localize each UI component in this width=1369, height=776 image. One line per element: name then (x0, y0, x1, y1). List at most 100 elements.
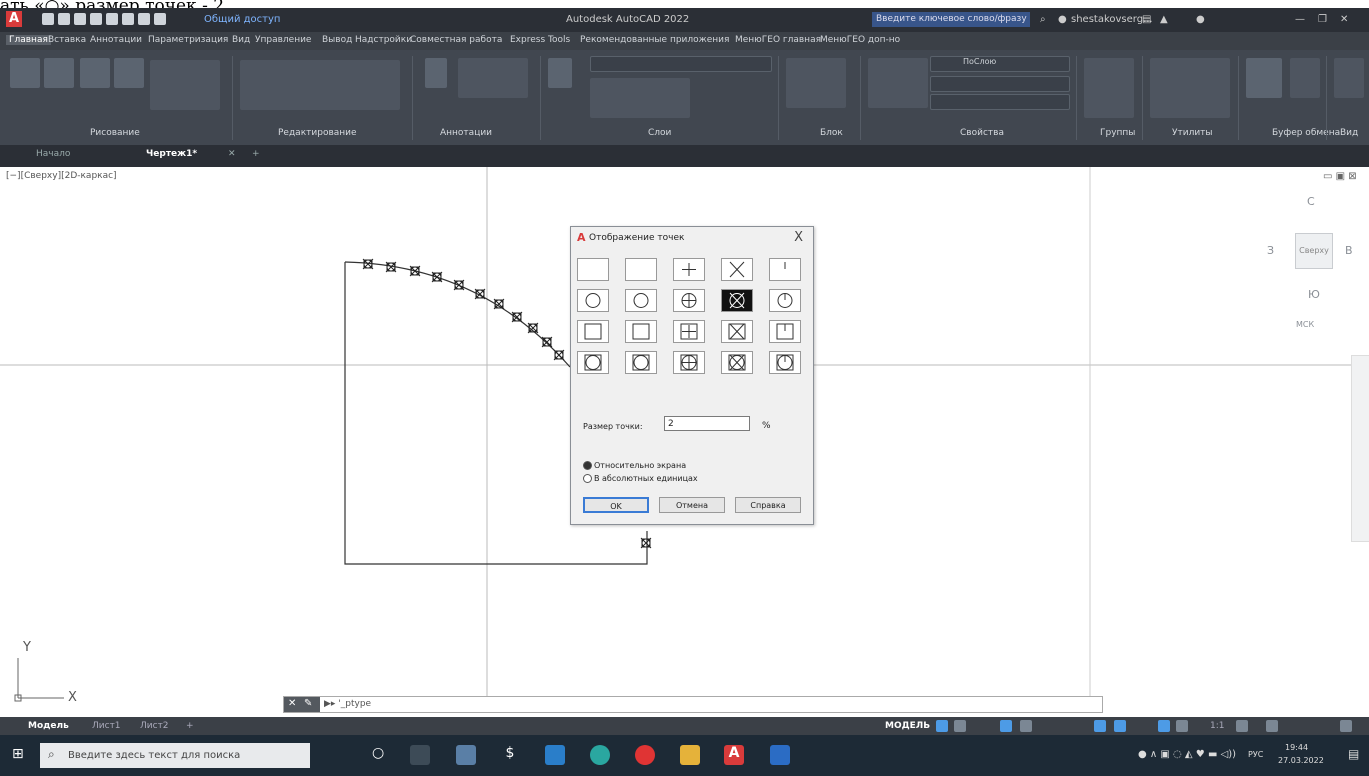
tab-parametric[interactable]: Параметризация (148, 35, 228, 45)
point-style-none-square[interactable] (625, 320, 657, 343)
task-view-icon[interactable] (410, 745, 430, 765)
navigation-bar[interactable] (1351, 355, 1369, 542)
point-marker[interactable] (527, 322, 539, 334)
ok-button[interactable]: OK (583, 497, 649, 513)
point-size-input[interactable]: 2 (664, 416, 750, 431)
search-input[interactable]: Введите ключевое слово/фразу (872, 12, 1030, 27)
model-tab[interactable]: Модель (28, 721, 69, 731)
point-marker[interactable] (362, 258, 374, 270)
point-style-dot[interactable] (577, 258, 609, 281)
utility-tools[interactable] (1150, 58, 1230, 118)
edge-icon[interactable] (590, 745, 610, 765)
tab-menugeo-extra[interactable]: МенюГЕО доп-но (820, 35, 900, 45)
notifications-icon[interactable]: ▤ (1348, 747, 1359, 761)
osnap-icon[interactable] (1094, 720, 1106, 732)
workspace-gear-icon[interactable] (1236, 720, 1248, 732)
viewport-controls[interactable]: [−][Сверху][2D-каркас] (6, 171, 117, 181)
layer-tools[interactable] (590, 78, 690, 118)
autoscale-icon[interactable] (1176, 720, 1188, 732)
tab-menugeo-main[interactable]: МенюГЕО главная (735, 35, 821, 45)
save-as-icon[interactable] (90, 13, 102, 25)
radio-relative-to-screen[interactable]: Относительно экрана (583, 461, 686, 470)
lineweight-dropdown[interactable] (930, 94, 1070, 110)
polyline-tool-icon[interactable] (44, 58, 74, 88)
color-dropdown[interactable] (930, 56, 1070, 72)
tab-insert[interactable]: Вставка (48, 35, 86, 45)
block-tools[interactable] (786, 58, 846, 108)
viewcube-east[interactable]: В (1345, 244, 1353, 257)
tab-start[interactable]: Начало (36, 149, 70, 159)
panel-block-label[interactable]: Блок (820, 128, 843, 138)
shared-access-link[interactable]: Общий доступ (204, 14, 280, 25)
command-line[interactable]: ✕ ✎ ▶▸ '_ptype (283, 696, 1103, 713)
snap-icon[interactable] (954, 720, 966, 732)
polar-icon[interactable] (1020, 720, 1032, 732)
point-marker[interactable] (541, 336, 553, 348)
close-tab-icon[interactable]: ✕ (228, 149, 236, 159)
tab-annotate[interactable]: Аннотации (90, 35, 142, 45)
panel-annotation-label[interactable]: Аннотации (440, 128, 492, 138)
wcs-menu[interactable]: МСК (1296, 320, 1314, 329)
clock-date[interactable]: 27.03.2022 (1278, 756, 1324, 765)
minimize-icon[interactable]: — (1295, 14, 1305, 25)
new-tab-icon[interactable]: + (252, 149, 260, 159)
point-marker[interactable] (385, 261, 397, 273)
point-marker[interactable] (409, 265, 421, 277)
tab-manage[interactable]: Управление (255, 35, 311, 45)
panel-utilities-label[interactable]: Утилиты (1172, 128, 1213, 138)
tab-home[interactable]: Главная (6, 35, 51, 45)
tab-view[interactable]: Вид (232, 35, 250, 45)
layer-dropdown[interactable] (590, 56, 772, 72)
close-command-icon[interactable]: ✕ (288, 698, 296, 709)
point-style-dot-circle[interactable] (577, 289, 609, 312)
point-style-none-circle[interactable] (625, 289, 657, 312)
panel-layers-label[interactable]: Слои (648, 128, 671, 138)
arc-tool-icon[interactable] (114, 58, 144, 88)
point-style-tick-square[interactable] (769, 320, 801, 343)
layer-properties-icon[interactable] (548, 58, 572, 88)
panel-modify-label[interactable]: Редактирование (278, 128, 357, 138)
tab-express-tools[interactable]: Express Tools (510, 35, 570, 45)
paste-icon[interactable] (1246, 58, 1282, 98)
point-marker[interactable] (453, 279, 465, 291)
clock-time[interactable]: 19:44 (1285, 743, 1308, 752)
tab-output[interactable]: Вывод (322, 35, 352, 45)
a360-icon[interactable]: ▲ (1160, 14, 1168, 25)
point-style-cross-square[interactable] (721, 320, 753, 343)
calculator-icon[interactable] (456, 745, 476, 765)
print-icon[interactable] (122, 13, 134, 25)
point-marker[interactable] (511, 311, 523, 323)
opera-icon[interactable] (635, 745, 655, 765)
help-button[interactable]: Справка (735, 497, 801, 513)
input-language[interactable]: РУС (1248, 750, 1263, 759)
new-icon[interactable] (42, 13, 54, 25)
model-space-button[interactable]: МОДЕЛЬ (885, 721, 930, 731)
panel-groups-label[interactable]: Группы (1100, 128, 1135, 138)
help-icon[interactable]: ● (1196, 14, 1205, 25)
otrack-icon[interactable] (1114, 720, 1126, 732)
dialog-close-icon[interactable]: X (794, 230, 803, 245)
cart-icon[interactable]: ▤ (1142, 14, 1151, 25)
panel-view-label[interactable]: Вид (1340, 128, 1358, 138)
system-tray-icons[interactable]: ● ∧ ▣ ◌ ◭ ♥ ▬ ◁)) (1138, 749, 1236, 760)
viewcube-north[interactable]: С (1307, 195, 1315, 208)
grid-icon[interactable] (936, 720, 948, 732)
user-icon[interactable]: ● (1058, 14, 1067, 25)
maximize-icon[interactable]: ❐ (1318, 14, 1327, 25)
clipboard-tools[interactable] (1290, 58, 1320, 98)
line-tool-icon[interactable] (10, 58, 40, 88)
annotation-visibility-icon[interactable] (1158, 720, 1170, 732)
search-icon[interactable]: ⌕ (1040, 14, 1046, 25)
point-marker[interactable] (431, 271, 443, 283)
open-icon[interactable] (58, 13, 70, 25)
windows-start-icon[interactable]: ⊞ (12, 746, 24, 762)
text-tool-icon[interactable] (425, 58, 447, 88)
autocad-logo-icon[interactable]: A (6, 11, 22, 27)
circle-tool-icon[interactable] (80, 58, 110, 88)
redo-icon[interactable] (154, 13, 166, 25)
viewcube-south[interactable]: Ю (1308, 288, 1320, 301)
annotation-tools[interactable] (458, 58, 528, 98)
customize-icon[interactable]: ✎ (304, 698, 312, 709)
tab-collaborate[interactable]: Совместная работа (410, 35, 502, 45)
customize-status-icon[interactable] (1340, 720, 1352, 732)
